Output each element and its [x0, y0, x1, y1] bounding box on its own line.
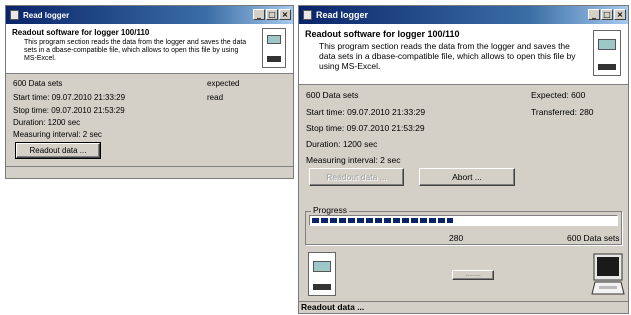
start-time: Start time: 09.07.2010 21:33:29: [13, 93, 126, 102]
data-sets-label: 600 Data sets: [13, 79, 63, 88]
expected-label: expected: [207, 79, 240, 88]
minimize-button[interactable]: _: [253, 9, 265, 20]
progress-total: 600 Data sets: [567, 233, 620, 243]
right-status-bar: Readout data ...: [299, 301, 628, 313]
left-header-panel: Readout software for logger 100/110 This…: [6, 24, 293, 74]
read-label: read: [207, 93, 224, 102]
readout-data-button[interactable]: Readout data ...: [15, 142, 101, 159]
progress-bar: [309, 215, 618, 226]
minimize-button[interactable]: _: [588, 9, 600, 20]
duration: Duration: 1200 sec: [13, 118, 81, 127]
expected-count: Expected: 600: [531, 90, 586, 100]
maximize-button[interactable]: □: [266, 9, 278, 20]
data-sets-label: 600 Data sets: [306, 90, 359, 100]
abort-button[interactable]: Abort ...: [419, 168, 515, 186]
header-title: Readout software for logger 100/110: [12, 28, 150, 37]
transferred-count: Transferred: 280: [531, 107, 594, 117]
right-header-panel: Readout software for logger 100/110 This…: [299, 24, 628, 85]
window-title: Read logger: [23, 10, 70, 20]
duration: Duration: 1200 sec: [306, 139, 378, 149]
status-text: Readout data ...: [301, 302, 365, 312]
progress-value: 280: [449, 233, 464, 243]
readout-data-button[interactable]: Readout data ...: [309, 168, 404, 186]
app-icon: [10, 10, 19, 20]
header-description: This program section reads the data from…: [319, 41, 576, 71]
measuring-interval: Measuring interval: 2 sec: [306, 155, 401, 165]
progress-label: Progress: [311, 205, 350, 215]
window-title: Read logger: [316, 10, 369, 20]
header-description: This program section reads the data from…: [24, 39, 247, 63]
start-time: Start time: 09.07.2010 21:33:29: [306, 107, 426, 117]
left-title-bar[interactable]: Read logger _ □ ×: [6, 6, 293, 24]
left-read-logger-window: Read logger _ □ × Readout software for l…: [5, 5, 294, 179]
computer-monitor-icon: [591, 253, 625, 295]
stop-time: Stop time: 09.07.2010 21:53:29: [13, 106, 125, 115]
measuring-interval: Measuring interval: 2 sec: [13, 130, 102, 139]
maximize-button[interactable]: □: [601, 9, 613, 20]
logger-device-icon: [262, 28, 286, 68]
header-title: Readout software for logger 100/110: [305, 29, 460, 39]
logger-device-icon: [593, 30, 621, 76]
right-title-bar[interactable]: Read logger _ □ ×: [299, 6, 628, 24]
logger-device-icon-small: [308, 252, 336, 296]
app-icon: [303, 10, 312, 20]
stop-time: Stop time: 09.07.2010 21:53:29: [306, 123, 425, 133]
progress-bar-fill: [312, 218, 454, 223]
close-button[interactable]: ×: [614, 9, 626, 20]
left-status-bar: [6, 166, 293, 178]
transfer-animation-indicator: ........: [452, 270, 494, 280]
close-button[interactable]: ×: [279, 9, 291, 20]
right-read-logger-window: Read logger _ □ × Readout software for l…: [298, 5, 629, 314]
